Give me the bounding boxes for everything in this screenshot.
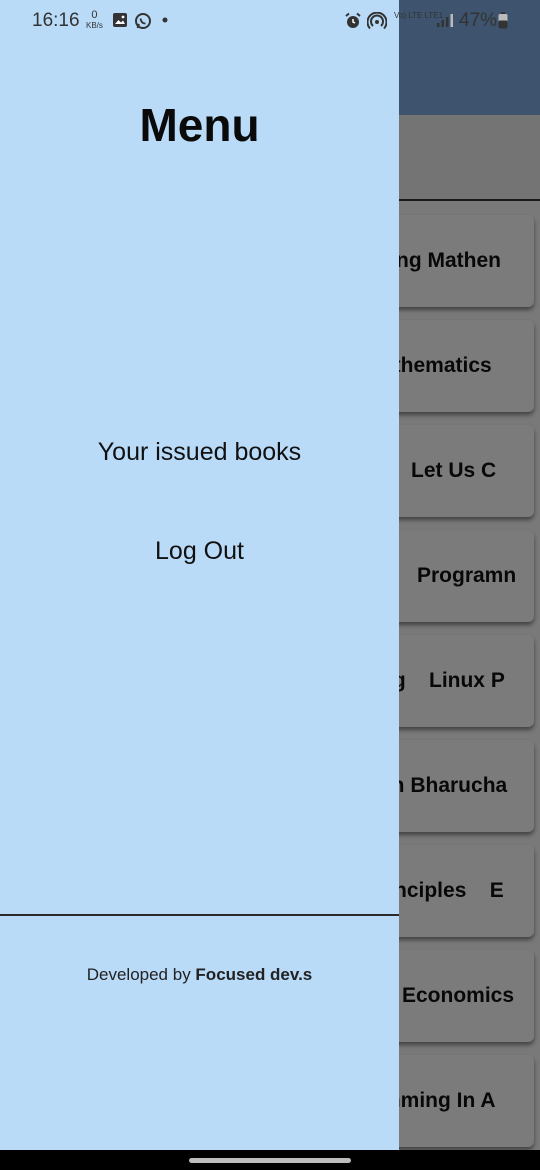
status-bar: 16:16 0 KB/s Vo) LTE LTE1 47% (0, 0, 540, 40)
status-time: 16:16 (32, 10, 80, 31)
system-navigation-bar (0, 1150, 540, 1170)
network-speed-value: 0 (91, 9, 98, 21)
network-speed: 0 KB/s (86, 9, 103, 31)
network-speed-unit: KB/s (86, 21, 103, 30)
gallery-icon (113, 13, 127, 27)
menu-item-issued-books[interactable]: Your issued books (0, 438, 399, 467)
footer-brand: Focused dev.s (195, 965, 313, 984)
home-gesture-handle[interactable] (189, 1158, 351, 1163)
drawer-title: Menu (139, 99, 260, 151)
signal-strength-icon (437, 14, 453, 27)
whatsapp-icon (135, 13, 151, 29)
alarm-icon (345, 12, 361, 28)
drawer-footer: Developed by Focused dev.s (0, 965, 399, 985)
menu-item-log-out[interactable]: Log Out (0, 537, 399, 566)
battery-icon (498, 12, 508, 29)
more-notifications-dot-icon (162, 17, 168, 23)
navigation-drawer: Menu Your issued books Log Out Developed… (0, 0, 399, 1150)
battery-percentage: 47% (459, 10, 498, 31)
footer-prefix: Developed by (86, 965, 196, 984)
drawer-divider (0, 914, 399, 916)
hotspot-icon (367, 12, 387, 30)
